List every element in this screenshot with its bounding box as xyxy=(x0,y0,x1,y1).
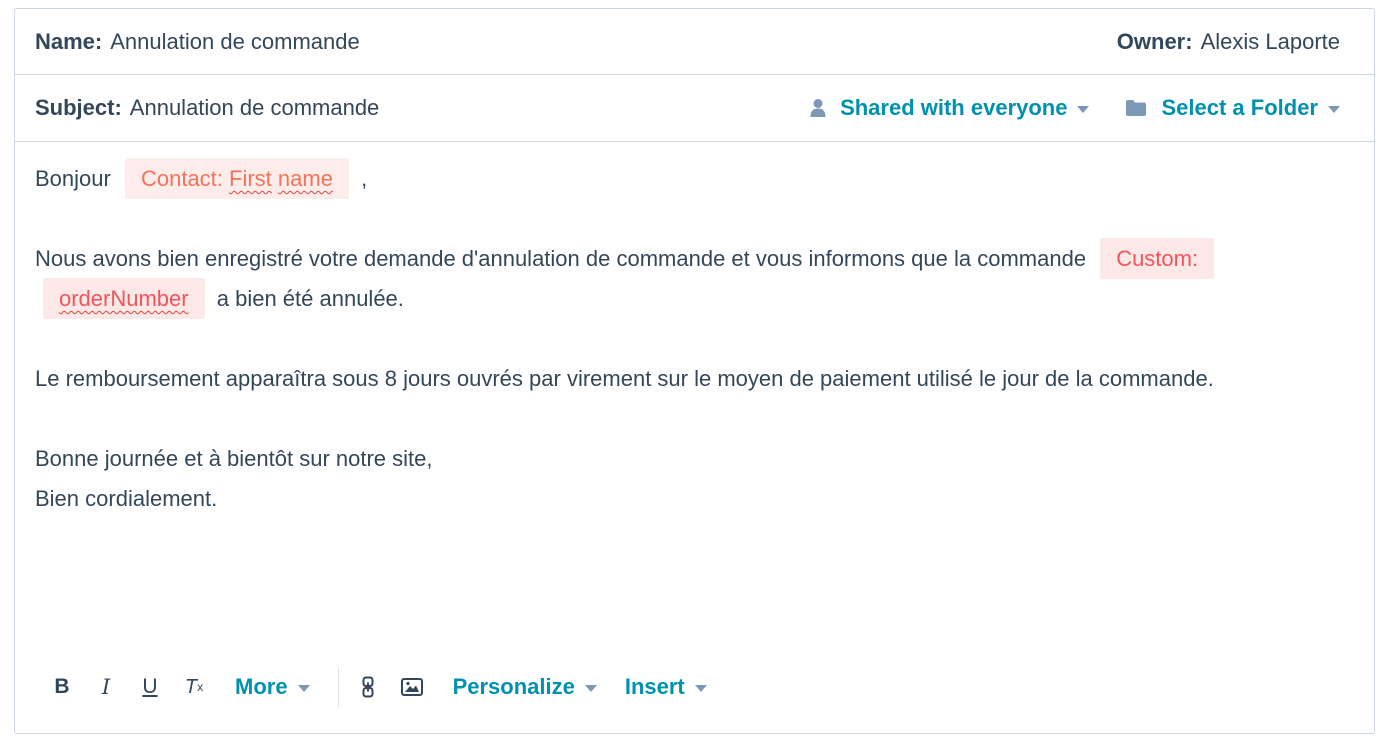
paragraph-4: Bien cordialement. xyxy=(35,486,218,511)
name-row: Name: Annulation de commande Owner: Alex… xyxy=(15,9,1374,75)
insert-label: Insert xyxy=(624,674,685,699)
chevron-down-icon xyxy=(1328,105,1340,113)
chevron-down-icon xyxy=(1077,105,1090,113)
paragraph-1-tail: a bien été annulée. xyxy=(216,286,404,311)
underline-button[interactable]: U xyxy=(135,670,165,704)
owner-label: Owner: xyxy=(1116,28,1193,54)
toolbar-divider xyxy=(337,667,339,707)
subject-label: Subject: xyxy=(35,95,122,120)
chevron-down-icon xyxy=(694,684,707,692)
sharing-dropdown[interactable]: Shared with everyone xyxy=(810,95,1090,121)
personalize-dropdown[interactable]: Personalize xyxy=(453,674,597,700)
chevron-down-icon xyxy=(584,684,597,692)
name-value[interactable]: Annulation de commande xyxy=(110,29,360,55)
paragraph-3: Bonne journée et à bientôt sur notre sit… xyxy=(35,446,433,471)
formatting-toolbar: B I U Tx More Personalize Insert xyxy=(47,664,707,710)
folder-label: Select a Folder xyxy=(1161,95,1318,120)
name-label: Name: xyxy=(35,28,103,54)
greeting-comma: , xyxy=(361,166,368,191)
paragraph-1: Nous avons bien enregistré votre demande… xyxy=(35,238,1354,319)
token-word: name xyxy=(277,166,333,191)
token-word: First xyxy=(229,166,272,191)
subject-value[interactable]: Annulation de commande xyxy=(130,95,380,121)
more-dropdown[interactable]: More xyxy=(235,674,310,700)
token-prefix: Contact: xyxy=(140,166,223,191)
owner-value[interactable]: Alexis Laporte xyxy=(1201,29,1340,55)
italic-button[interactable]: I xyxy=(91,670,121,704)
paragraph-1-text: Nous avons bien enregistré votre demande… xyxy=(35,246,1087,271)
sharing-label: Shared with everyone xyxy=(840,95,1068,120)
clear-format-button[interactable]: Tx xyxy=(179,670,209,704)
contact-first-name-token[interactable]: Contact: First name xyxy=(124,158,349,199)
email-body-editor[interactable]: Bonjour Contact: First name , Nous avons… xyxy=(35,158,1354,599)
folder-dropdown[interactable]: Select a Folder xyxy=(1125,95,1340,121)
image-icon xyxy=(400,678,423,696)
greeting-text: Bonjour xyxy=(35,166,111,191)
subject-row: Subject: Annulation de commande Shared w… xyxy=(15,75,1374,142)
greeting-line: Bonjour Contact: First name , xyxy=(35,158,1354,199)
link-icon xyxy=(362,676,374,698)
insert-dropdown[interactable]: Insert xyxy=(625,674,707,700)
template-editor-panel: Name: Annulation de commande Owner: Alex… xyxy=(14,8,1375,734)
clear-format-sub: x xyxy=(197,680,204,694)
link-button[interactable] xyxy=(353,670,383,704)
bold-button[interactable]: B xyxy=(47,670,77,704)
user-icon xyxy=(810,98,826,118)
personalize-label: Personalize xyxy=(452,674,575,699)
folder-icon xyxy=(1125,99,1147,117)
chevron-down-icon xyxy=(297,684,310,692)
paragraph-2: Le remboursement apparaîtra sous 8 jours… xyxy=(35,366,1214,391)
token-field: orderNumber xyxy=(59,286,189,311)
image-button[interactable] xyxy=(397,670,427,704)
clear-format-glyph: T xyxy=(184,675,198,698)
token-prefix: Custom: xyxy=(1116,246,1199,271)
more-label: More xyxy=(235,674,288,699)
